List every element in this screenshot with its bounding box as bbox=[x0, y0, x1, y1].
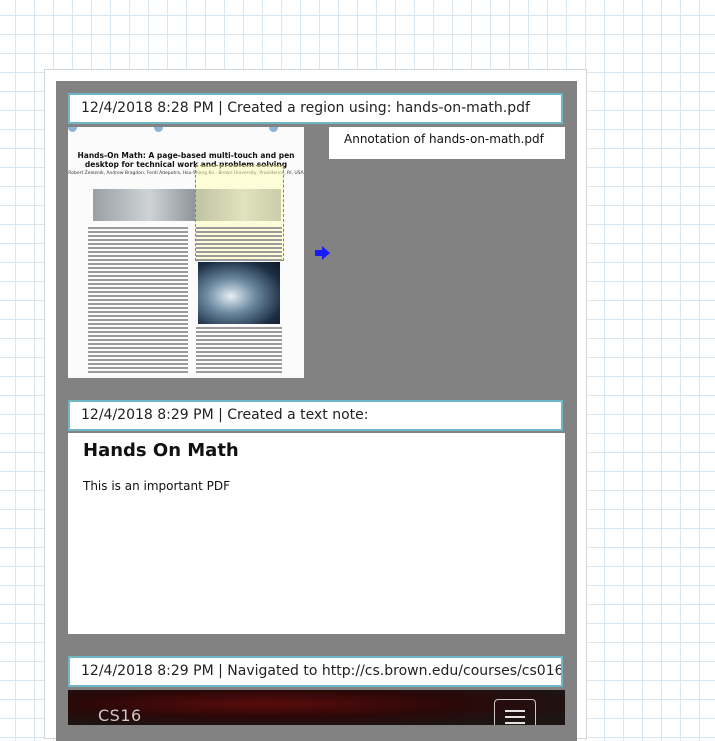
pdf-text-line bbox=[88, 263, 188, 265]
pdf-text-line bbox=[88, 243, 188, 245]
pdf-text-line bbox=[196, 351, 282, 353]
entry-header-note[interactable]: 12/4/2018 8:29 PM | Created a text note: bbox=[68, 400, 563, 431]
pdf-text-line bbox=[196, 251, 282, 253]
pdf-text-line bbox=[88, 295, 188, 297]
arrow-right-icon[interactable] bbox=[313, 244, 331, 262]
pdf-text-line bbox=[88, 307, 188, 309]
pdf-text-line bbox=[88, 331, 188, 333]
pdf-text-line bbox=[88, 287, 188, 289]
pdf-text-line bbox=[88, 323, 188, 325]
pdf-text-line bbox=[196, 335, 282, 337]
pdf-text-line bbox=[196, 359, 282, 361]
menu-bar bbox=[505, 722, 525, 724]
pdf-text-line bbox=[88, 251, 188, 253]
menu-bar bbox=[505, 710, 525, 712]
site-logo[interactable]: CS16 bbox=[98, 706, 142, 725]
pdf-text-line bbox=[88, 367, 188, 369]
text-note[interactable]: Hands On Math This is an important PDF bbox=[68, 433, 565, 634]
pdf-text-line bbox=[88, 255, 188, 257]
pdf-text-line bbox=[88, 351, 188, 353]
pdf-text-line bbox=[88, 359, 188, 361]
entry-header-text: 12/4/2018 8:29 PM | Navigated to http://… bbox=[81, 663, 563, 679]
pdf-photo bbox=[198, 262, 280, 324]
pdf-text-line bbox=[88, 315, 188, 317]
pdf-text-line bbox=[196, 355, 282, 357]
pdf-text-line bbox=[196, 363, 282, 365]
pdf-text-line bbox=[196, 339, 282, 341]
pdf-text-line bbox=[88, 339, 188, 341]
pdf-text-line bbox=[196, 347, 282, 349]
pdf-text-line bbox=[88, 247, 188, 249]
pdf-text-line bbox=[196, 227, 282, 229]
pdf-text-line bbox=[88, 371, 188, 373]
pdf-text-line bbox=[88, 311, 188, 313]
pdf-text-line bbox=[196, 255, 282, 257]
pdf-text-line bbox=[88, 303, 188, 305]
menu-bar bbox=[505, 716, 525, 718]
pdf-text-line bbox=[196, 343, 282, 345]
pdf-text-line bbox=[196, 367, 282, 369]
handle-dot bbox=[68, 127, 77, 132]
pdf-text-line bbox=[88, 227, 188, 229]
note-text: This is an important PDF bbox=[83, 479, 230, 493]
pdf-text-line bbox=[88, 347, 188, 349]
pdf-text-line bbox=[88, 235, 188, 237]
annotation-label: Annotation of hands-on-math.pdf bbox=[329, 127, 565, 159]
pdf-text-line bbox=[196, 239, 282, 241]
pdf-text-line bbox=[88, 335, 188, 337]
handle-dot bbox=[269, 127, 278, 132]
pdf-text-line bbox=[88, 259, 188, 261]
entry-header-navigation[interactable]: 12/4/2018 8:29 PM | Navigated to http://… bbox=[68, 656, 563, 687]
pdf-text-line bbox=[88, 231, 188, 233]
pdf-text-line bbox=[88, 267, 188, 269]
pdf-text-line bbox=[196, 231, 282, 233]
pdf-text-line bbox=[88, 275, 188, 277]
entry-header-text: 12/4/2018 8:28 PM | Created a region usi… bbox=[81, 100, 530, 116]
pdf-text-line bbox=[88, 239, 188, 241]
pdf-text-line bbox=[196, 371, 282, 373]
web-page-preview[interactable]: CS16 bbox=[68, 690, 565, 725]
pdf-text-line bbox=[88, 299, 188, 301]
pdf-text-line bbox=[88, 363, 188, 365]
annotation-label-text: Annotation of hands-on-math.pdf bbox=[344, 132, 544, 146]
pdf-text-line bbox=[88, 279, 188, 281]
pdf-text-line bbox=[88, 291, 188, 293]
handle-dot bbox=[154, 127, 163, 132]
entry-header-region[interactable]: 12/4/2018 8:28 PM | Created a region usi… bbox=[68, 93, 563, 124]
pdf-text-line bbox=[196, 243, 282, 245]
pdf-text-line bbox=[88, 327, 188, 329]
pdf-text-line bbox=[88, 343, 188, 345]
pdf-text-line bbox=[88, 271, 188, 273]
pdf-text-line bbox=[88, 319, 188, 321]
pdf-text-line bbox=[196, 235, 282, 237]
pdf-text-line bbox=[88, 283, 188, 285]
pdf-text-line bbox=[196, 331, 282, 333]
pdf-text-line bbox=[88, 355, 188, 357]
hamburger-menu-icon[interactable] bbox=[494, 699, 536, 725]
pdf-text-line bbox=[196, 247, 282, 249]
pdf-thumbnail[interactable]: Hands-On Math: A page-based multi-touch … bbox=[68, 127, 304, 378]
note-title: Hands On Math bbox=[83, 440, 239, 461]
pdf-text-line bbox=[196, 327, 282, 329]
pdf-text-line bbox=[196, 259, 282, 261]
entry-header-text: 12/4/2018 8:29 PM | Created a text note: bbox=[81, 407, 369, 423]
